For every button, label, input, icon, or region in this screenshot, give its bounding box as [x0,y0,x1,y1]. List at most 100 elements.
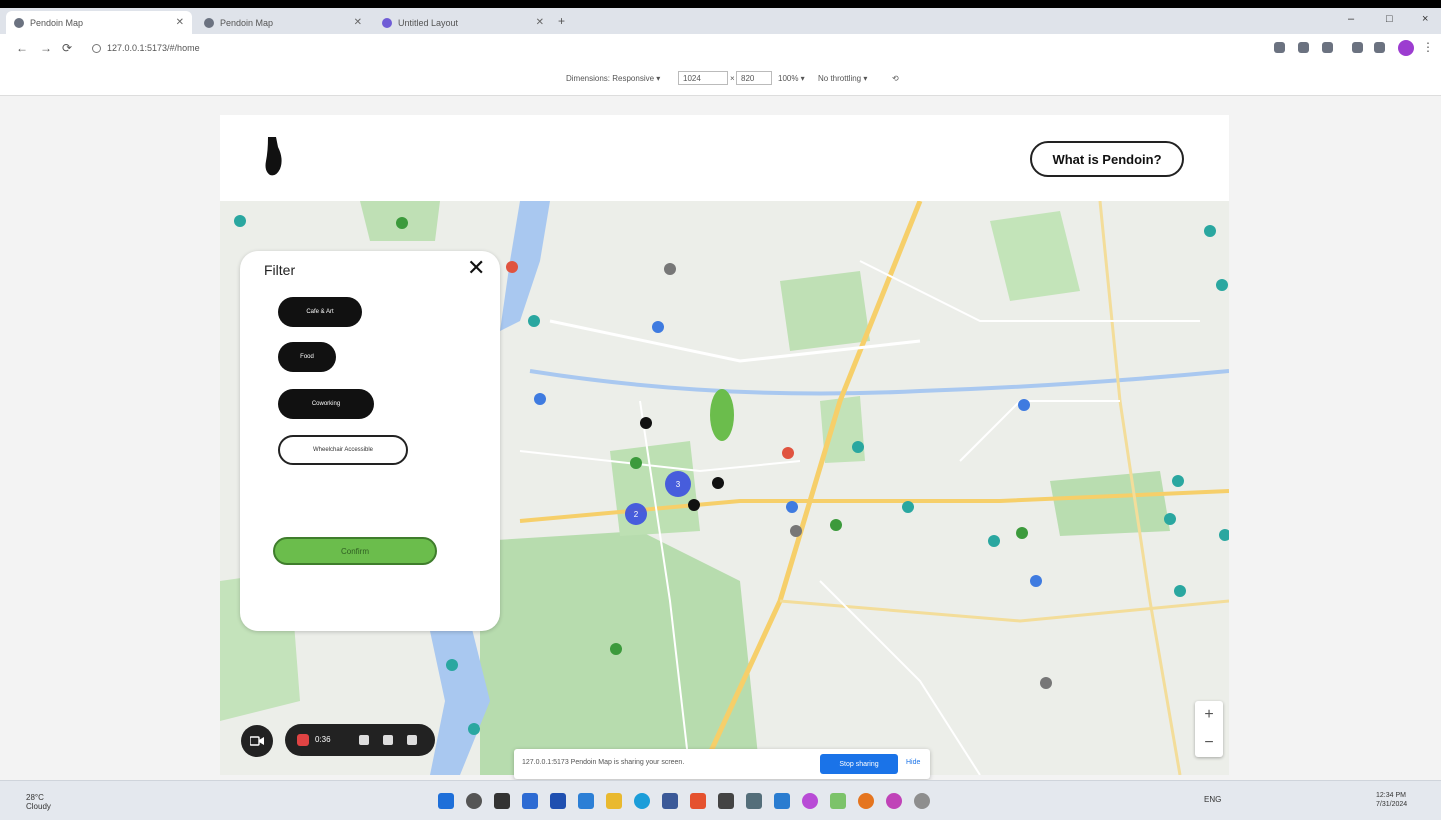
map-pin[interactable] [1016,527,1028,539]
trash-icon[interactable] [407,735,417,745]
maximize-button[interactable]: □ [1386,13,1393,25]
restart-icon[interactable] [383,735,393,745]
rotate-icon[interactable]: ⟲ [892,74,899,83]
map-pin[interactable] [786,501,798,513]
filter-chip-food[interactable]: Food [278,342,336,372]
app-icon[interactable] [802,793,818,809]
map-pin[interactable] [1164,513,1176,525]
menu-icon[interactable]: ⋮ [1422,40,1434,54]
profile-avatar[interactable] [1398,40,1414,56]
map-pin[interactable] [534,393,546,405]
language-indicator[interactable]: ENG [1204,795,1221,804]
map-pin[interactable] [1204,225,1216,237]
close-icon[interactable]: ✕ [354,17,362,28]
filter-chip-cafe-art[interactable]: Cafe & Art [278,297,362,327]
app-icon[interactable] [830,793,846,809]
mail-icon[interactable] [578,793,594,809]
map-pin[interactable] [712,477,724,489]
map-pin[interactable] [902,501,914,513]
map-pin[interactable] [652,321,664,333]
app-icon[interactable] [858,793,874,809]
height-input[interactable]: 820 [736,71,772,85]
page-viewport: What is Pendoin? 3 2 Filter ✕ Cafe & Art… [220,115,1229,775]
map-pin[interactable] [396,217,408,229]
store-icon[interactable] [550,793,566,809]
close-icon[interactable]: ✕ [176,17,184,28]
app-icon[interactable] [718,793,734,809]
map-pin[interactable] [446,659,458,671]
map-pin[interactable] [610,643,622,655]
search-icon[interactable] [466,793,482,809]
app-icon[interactable] [662,793,678,809]
what-is-pendoin-button[interactable]: What is Pendoin? [1030,141,1184,177]
back-button[interactable]: ← [16,41,28,55]
map-pin[interactable] [988,535,1000,547]
map-pin[interactable] [630,457,642,469]
throttle-select[interactable]: No throttling ▾ [818,74,867,83]
map-pin[interactable] [528,315,540,327]
app-icon[interactable] [886,793,902,809]
forward-button[interactable]: → [40,41,52,55]
settings-icon[interactable] [914,793,930,809]
vscode-icon[interactable] [774,793,790,809]
map-pin[interactable] [688,499,700,511]
task-view-icon[interactable] [494,793,510,809]
marker-cluster[interactable]: 3 [665,471,691,497]
stop-sharing-button[interactable]: Stop sharing [820,754,898,774]
map-pin[interactable] [782,447,794,459]
pendoin-marker[interactable] [710,389,734,441]
app-icon[interactable] [746,793,762,809]
filter-chip-wheelchair[interactable]: Wheelchair Accessible [278,435,408,465]
map-pin[interactable] [1040,677,1052,689]
map-pin[interactable] [1030,575,1042,587]
map-pin[interactable] [506,261,518,273]
width-input[interactable]: 1024 [678,71,728,85]
map-pin[interactable] [830,519,842,531]
map-pin[interactable] [664,263,676,275]
tab-pendoin-map-2[interactable]: Pendoin Map ✕ [196,11,370,34]
zoom-select[interactable]: 100% ▾ [778,74,805,83]
clock[interactable]: 12:34 PM 7/31/2024 [1376,791,1407,809]
zoom-in-button[interactable]: + [1195,701,1223,729]
device-toolbar: Dimensions: Responsive ▾ 1024 × 820 100%… [0,62,1441,96]
map-pin[interactable] [234,215,246,227]
map-pin[interactable] [852,441,864,453]
brave-icon[interactable] [690,793,706,809]
marker-cluster[interactable]: 2 [625,503,647,525]
camera-toggle-button[interactable] [241,725,273,757]
map-pin[interactable] [790,525,802,537]
tab-untitled-layout[interactable]: Untitled Layout ✕ [374,11,552,34]
tab-pendoin-map-1[interactable]: Pendoin Map ✕ [6,11,192,34]
device-select[interactable]: Dimensions: Responsive ▾ [566,74,660,83]
extension-icon[interactable] [1322,42,1333,53]
close-window-button[interactable]: × [1422,13,1428,25]
pendoin-logo[interactable] [262,135,284,177]
close-icon[interactable]: ✕ [536,17,544,28]
map-pin[interactable] [1216,279,1228,291]
confirm-button[interactable]: Confirm [273,537,437,565]
extension-icon[interactable] [1274,42,1285,53]
stop-recording-button[interactable] [297,734,309,746]
extension-icon[interactable] [1298,42,1309,53]
sidepanel-icon[interactable] [1374,42,1385,53]
map-pin[interactable] [1018,399,1030,411]
file-explorer-icon[interactable] [606,793,622,809]
minimize-button[interactable]: – [1348,13,1354,25]
reload-button[interactable]: ⟳ [62,41,72,55]
url-field[interactable]: 127.0.0.1:5173/#/home [92,40,252,56]
filter-chip-coworking[interactable]: Coworking [278,389,374,419]
map-pin[interactable] [640,417,652,429]
chat-icon[interactable] [522,793,538,809]
map-pin[interactable] [468,723,480,735]
zoom-out-button[interactable]: − [1195,729,1223,757]
windows-start-icon[interactable] [438,793,454,809]
weather-widget[interactable]: 28°C Cloudy [26,793,51,811]
edge-icon[interactable] [634,793,650,809]
close-icon[interactable]: ✕ [467,255,485,281]
pause-icon[interactable] [359,735,369,745]
map-pin[interactable] [1174,585,1186,597]
map-pin[interactable] [1172,475,1184,487]
puzzle-icon[interactable] [1352,42,1363,53]
hide-banner-button[interactable]: Hide [906,759,920,766]
new-tab-button[interactable]: + [558,14,565,28]
